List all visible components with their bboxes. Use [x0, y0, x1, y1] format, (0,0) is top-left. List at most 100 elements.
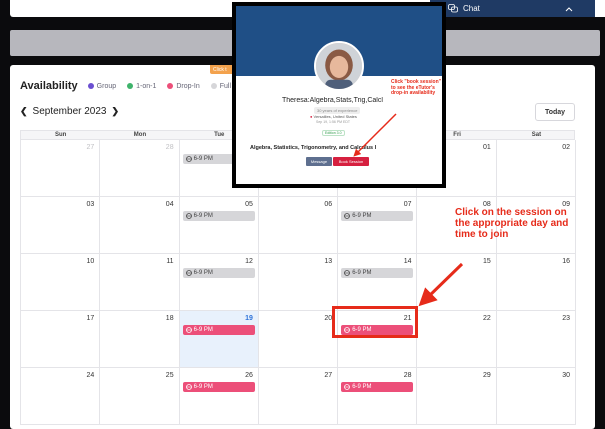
screenshot-root: Chat Click t Availability Group 1-on-1 D…	[0, 0, 605, 429]
calendar-day[interactable]: 07 6-9 PM	[338, 197, 418, 254]
legend-dot	[87, 83, 94, 89]
globe-icon	[344, 213, 351, 219]
calendar-day[interactable]: 27	[258, 368, 339, 425]
legend-one-on-one: 1-on-1	[127, 83, 156, 90]
calendar-day[interactable]: 30	[496, 368, 577, 425]
arrow-to-book	[353, 113, 397, 157]
day-number: 30	[562, 372, 571, 379]
next-month-icon[interactable]: ❯	[112, 106, 120, 117]
legend-drop-in: Drop-In	[167, 83, 200, 90]
calendar-day[interactable]: 06	[258, 197, 339, 254]
session-event[interactable]: 6-9 PM	[341, 268, 414, 278]
session-event[interactable]: 6-9 PM	[341, 211, 414, 221]
calendar-day[interactable]: 13	[258, 254, 339, 311]
calendar-day[interactable]: 23	[496, 311, 577, 368]
day-number: 11	[166, 258, 174, 265]
availability-legend-row: Availability Group 1-on-1 Drop-In Full /…	[20, 80, 255, 92]
day-number: 28	[403, 372, 412, 379]
weekday-sun: Sun	[54, 132, 67, 138]
day-number: 27	[86, 144, 95, 151]
calendar-day[interactable]: 17	[21, 311, 101, 368]
session-event[interactable]: 6-9 PM	[341, 382, 414, 392]
month-label: September 2023	[32, 106, 107, 117]
day-number: 26	[245, 372, 253, 379]
day-number: 24	[86, 372, 95, 379]
calendar-day[interactable]: 20	[258, 311, 339, 368]
calendar-day[interactable]: 11	[100, 254, 180, 311]
day-number: 28	[165, 144, 174, 151]
legend-dot	[167, 83, 174, 89]
calendar-day[interactable]: 25	[100, 368, 180, 425]
day-number: 06	[324, 201, 333, 208]
day-number: 23	[562, 315, 571, 322]
globe-icon	[185, 156, 192, 162]
session-event[interactable]: 6-9 PM	[182, 211, 255, 221]
calendar-week: 17 18 19 6-9 PM 20 21 6-9 PM 22 23	[20, 311, 577, 368]
prev-month-icon[interactable]: ❮	[20, 106, 28, 117]
session-callout: Click on the session on the appropriate …	[455, 207, 569, 240]
day-number: 02	[562, 144, 571, 151]
session-event[interactable]: 6-9 PM	[182, 268, 255, 278]
calendar-day[interactable]: 22	[417, 311, 497, 368]
calendar-day[interactable]: 28 6-9 PM	[338, 368, 418, 425]
session-time: 6-9 PM	[193, 156, 213, 162]
day-number: 14	[403, 258, 412, 265]
today-button[interactable]: Today	[535, 103, 575, 121]
day-number: 25	[165, 372, 174, 379]
calendar-day[interactable]: 15	[417, 254, 497, 311]
legend-group: Group	[87, 83, 116, 90]
day-number: 18	[165, 315, 174, 322]
globe-icon	[344, 384, 351, 390]
calendar-day[interactable]: 24	[21, 368, 101, 425]
calendar-day[interactable]: 26 6-9 PM	[179, 368, 259, 425]
chevron-up-icon[interactable]	[565, 6, 573, 12]
globe-icon	[185, 327, 192, 333]
session-time: 6-9 PM	[352, 384, 372, 390]
day-number: 05	[245, 201, 253, 208]
day-number: 01	[482, 144, 491, 151]
calendar-day[interactable]: 05 6-9 PM	[179, 197, 259, 254]
calendar-day[interactable]: 14 6-9 PM	[338, 254, 418, 311]
session-time: 6-9 PM	[352, 213, 372, 219]
calendar-day[interactable]: 19 6-9 PM	[179, 311, 259, 368]
day-number: 07	[403, 201, 412, 208]
session-event[interactable]: 6-9 PM	[182, 325, 255, 335]
highlight-box	[332, 306, 418, 338]
tutor-card: Theresa:Algebra,Stats,Trig,Calcl 30 year…	[236, 6, 442, 184]
calendar-day[interactable]: 03	[21, 197, 101, 254]
day-number: 19	[245, 315, 253, 322]
day-number: 22	[482, 315, 491, 322]
globe-icon	[185, 270, 192, 276]
day-number: 13	[324, 258, 333, 265]
calendar-day[interactable]: 18	[100, 311, 180, 368]
globe-icon	[185, 384, 192, 390]
legend-label: 1-on-1	[136, 82, 157, 90]
calendar-day[interactable]: 02	[496, 140, 577, 197]
day-number: 12	[245, 258, 253, 265]
calendar-week: 10 11 12 6-9 PM 13 14 6-9 PM 15 16	[20, 254, 577, 311]
globe-icon	[344, 270, 351, 276]
globe-icon	[185, 213, 192, 219]
day-number: 16	[562, 258, 571, 265]
session-time: 6-9 PM	[193, 270, 213, 276]
calendar-day[interactable]: 29	[417, 368, 497, 425]
availability-title: Availability	[20, 80, 78, 92]
day-number: 04	[165, 201, 174, 208]
weekday-mon: Mon	[133, 132, 147, 138]
legend-dot	[210, 83, 217, 89]
day-number: 17	[86, 315, 95, 322]
chat-bar[interactable]: Chat	[430, 0, 595, 17]
legend-dot	[127, 83, 134, 89]
calendar-day[interactable]: 12 6-9 PM	[179, 254, 259, 311]
calendar-week: 24 25 26 6-9 PM 27 28 6-9 PM 29 30	[20, 368, 577, 425]
day-number: 15	[482, 258, 491, 265]
session-time: 6-9 PM	[352, 270, 372, 276]
calendar-day[interactable]: 27	[21, 140, 101, 197]
session-event[interactable]: 6-9 PM	[182, 382, 255, 392]
calendar-day[interactable]: 04	[100, 197, 180, 254]
calendar-day[interactable]: 28	[100, 140, 180, 197]
chat-label: Chat	[463, 4, 480, 13]
calendar-day[interactable]: 16	[496, 254, 577, 311]
calendar-day[interactable]: 10	[21, 254, 101, 311]
day-number: 03	[86, 201, 95, 208]
